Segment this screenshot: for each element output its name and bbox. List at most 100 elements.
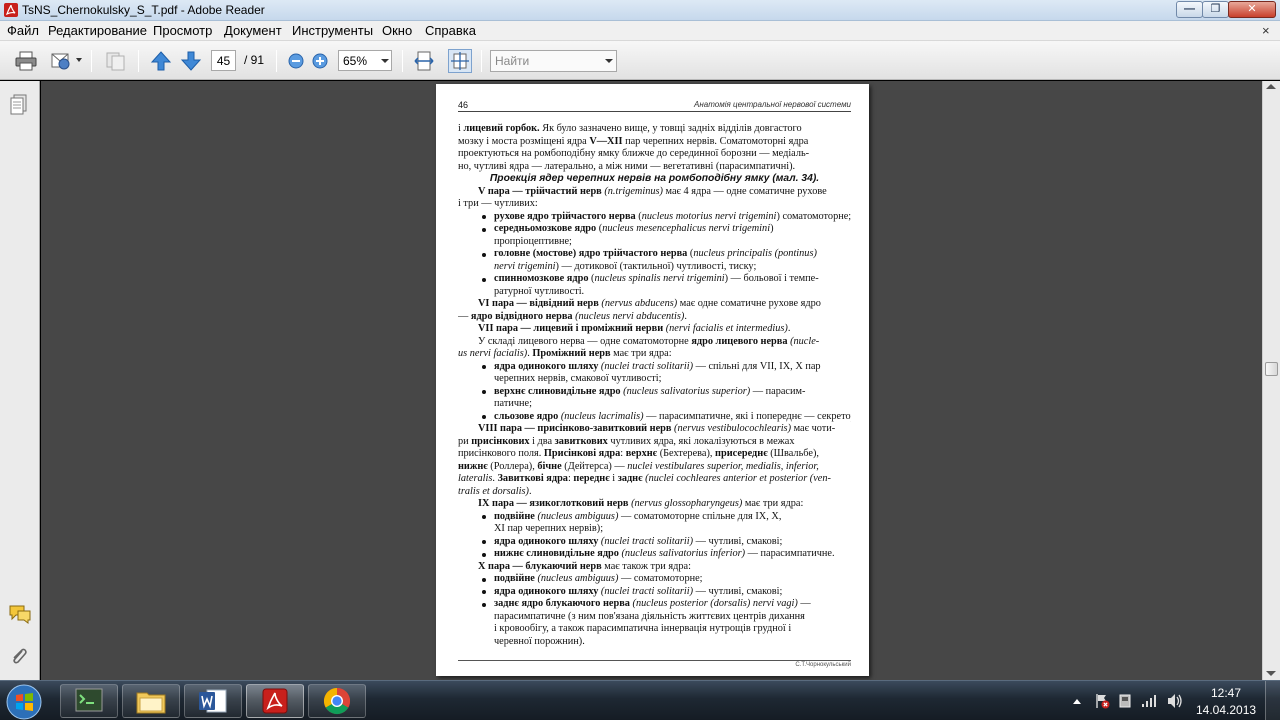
document-close-icon[interactable]: × <box>1262 23 1270 38</box>
find-input[interactable] <box>491 51 603 71</box>
title-bar: TsNS_Chernokulsky_S_T.pdf - Adobe Reader… <box>0 0 1280 21</box>
bullet-list-item: верхнє слиновидільне ядро (nucleus saliv… <box>458 386 851 399</box>
show-desktop-button[interactable] <box>1265 681 1280 720</box>
text-line: — ядро відвідного нерва (nucleus nervi a… <box>458 310 687 322</box>
share-dropdown-icon[interactable] <box>76 58 82 62</box>
taskbar-app-word[interactable] <box>184 684 242 718</box>
collaborate-button[interactable] <box>104 49 128 73</box>
text-line: і три — чутливих: <box>458 198 538 209</box>
text-line: і лицевий горбок. Як було зазначено вище… <box>458 123 802 134</box>
taskbar-app-explorer[interactable] <box>122 684 180 718</box>
previous-page-button[interactable] <box>149 49 173 73</box>
menu-view[interactable]: Просмотр <box>153 23 212 38</box>
chevron-down-icon <box>381 59 389 63</box>
bullet-list-item: спинномозкове ядро (nucleus spinalis ner… <box>458 273 851 286</box>
paperclip-icon[interactable] <box>10 646 28 668</box>
fit-page-icon <box>451 52 469 70</box>
toolbar-separator <box>138 50 139 72</box>
taskbar-app-chrome[interactable] <box>308 684 366 718</box>
adobe-reader-icon <box>262 688 288 714</box>
page-footer: С.Т.Чорнокульський <box>458 660 851 668</box>
bullet-list-item: нижнє слиновидільне ядро (nucleus saliva… <box>458 548 851 561</box>
page-thumbnails-icon[interactable] <box>10 94 28 116</box>
comments-icon[interactable] <box>8 604 32 624</box>
zoom-value: 65% <box>343 54 368 68</box>
arrow-up-icon <box>150 51 172 71</box>
share-button[interactable] <box>50 49 74 73</box>
windows-taskbar: 12:47 14.04.2013 <box>0 680 1280 720</box>
bullet-list-item: заднє ядро блукаючого нерва (nucleus pos… <box>458 598 851 611</box>
maximize-button[interactable]: ❐ <box>1202 1 1229 18</box>
text-line: tralis et dorsalis). <box>458 485 532 497</box>
text-line: X пара — блукаючий нерв має також три яд… <box>478 560 691 572</box>
figure-reference-heading: Проекція ядер черепних нервів на ромбопо… <box>489 173 820 184</box>
show-hidden-icons-button[interactable] <box>1072 693 1082 709</box>
running-header: Анатомія центральної нервової системи <box>694 100 851 109</box>
scroll-up-icon[interactable] <box>1266 84 1276 89</box>
text-line: us nervi facialis). Проміжний нерв має т… <box>458 348 672 359</box>
minimize-button[interactable]: — <box>1176 1 1203 18</box>
bullet-list-item: подвійне (nucleus ambiguus) — соматомото… <box>458 511 851 524</box>
bullet-list-item: середньомозкове ядро (nucleus mesencepha… <box>458 223 851 236</box>
taskbar-app-adobe-reader[interactable] <box>246 684 304 718</box>
page-number-label: 46 <box>458 100 469 110</box>
bullet-list-item: подвійне (nucleus ambiguus) — соматомото… <box>458 573 851 586</box>
page-number-input[interactable] <box>211 50 236 71</box>
zoom-out-button[interactable] <box>284 49 308 73</box>
text-line: VIII пара — присінково-завитковий нерв (… <box>478 423 836 434</box>
menu-help[interactable]: Справка <box>425 23 476 38</box>
text-line: нижнє (Роллера), бічне (Дейтерса) — nucl… <box>458 460 819 472</box>
text-line: проектуються на ромбоподібну ямку ближче… <box>458 148 810 159</box>
pdf-page: 46 Анатомія центральної нервової системи… <box>436 84 869 676</box>
find-options-icon[interactable] <box>605 59 613 63</box>
bullet-list-item: ядра одинокого шляху (nuclei tracti soli… <box>458 361 851 374</box>
menu-file[interactable]: Файл <box>7 23 39 38</box>
usb-device-icon <box>1119 694 1131 708</box>
start-button[interactable] <box>4 683 44 720</box>
text-line: черепних нервів, смакової чутливості; <box>494 373 662 384</box>
chevron-up-icon <box>1073 699 1081 704</box>
toolbar: / 91 65% <box>0 41 1280 80</box>
text-line: і кровообігу, а також парасимпатична інн… <box>494 623 792 634</box>
scroll-down-icon[interactable] <box>1266 671 1276 676</box>
tray-volume[interactable] <box>1166 693 1184 709</box>
chrome-browser-icon <box>323 687 351 715</box>
folder-icon <box>136 692 166 714</box>
windows-logo-icon <box>6 684 42 720</box>
toolbar-separator <box>402 50 403 72</box>
text-line: но, чутливі ядра — латерально, а між ним… <box>458 160 796 172</box>
flag-alert-icon <box>1096 694 1110 709</box>
print-button[interactable] <box>14 49 38 73</box>
tray-network[interactable] <box>1141 693 1159 709</box>
printer-icon <box>15 51 37 71</box>
bullet-list-item: рухове ядро трійчастого нерва (nucleus m… <box>458 211 851 224</box>
bullet-list-item: ядра одинокого шляху (nuclei tracti soli… <box>458 586 851 599</box>
tray-usb-device[interactable] <box>1117 693 1133 709</box>
speaker-icon <box>1168 694 1182 708</box>
clock-date[interactable]: 14.04.2013 <box>1196 703 1256 717</box>
fit-width-button[interactable] <box>412 49 436 73</box>
text-line: черевної порожнин). <box>494 635 585 647</box>
clock-time[interactable]: 12:47 <box>1200 686 1252 700</box>
fit-page-button[interactable] <box>448 49 472 73</box>
zoom-in-icon <box>312 53 328 69</box>
zoom-select[interactable]: 65% <box>338 50 392 71</box>
document-viewer[interactable]: 46 Анатомія центральної нервової системи… <box>41 81 1262 680</box>
vertical-scrollbar[interactable] <box>1262 81 1280 680</box>
menu-tools[interactable]: Инструменты <box>292 23 373 38</box>
text-line: парасимпатичне (з ним пов'язана діяльніс… <box>494 610 805 622</box>
zoom-in-button[interactable] <box>308 49 332 73</box>
bullet-list-item: ядра одинокого шляху (nuclei tracti soli… <box>458 536 851 549</box>
next-page-button[interactable] <box>179 49 203 73</box>
menu-window[interactable]: Окно <box>382 23 412 38</box>
tray-action-center[interactable] <box>1093 693 1111 709</box>
text-line: мозку і моста розміщені ядра V—XII пар ч… <box>458 135 809 147</box>
close-button[interactable]: ✕ <box>1228 1 1276 18</box>
arrow-down-icon <box>180 51 202 71</box>
text-line: nervi trigemini) — дотикової (тактильної… <box>494 260 757 272</box>
taskbar-app-terminal[interactable] <box>60 684 118 718</box>
navigation-panel <box>0 81 40 680</box>
menu-document[interactable]: Документ <box>224 23 282 38</box>
scrollbar-thumb[interactable] <box>1265 362 1278 376</box>
menu-edit[interactable]: Редактирование <box>48 23 147 38</box>
